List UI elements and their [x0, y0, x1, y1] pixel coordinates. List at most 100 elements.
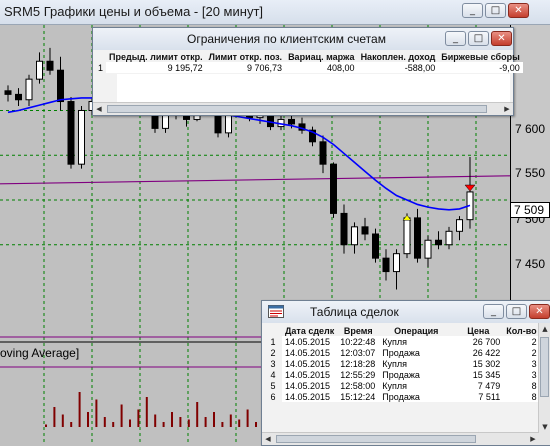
deals-window[interactable]: Таблица сделок _ □ ✕ Дата сделк Время Оп…	[261, 300, 550, 446]
deals-col-index[interactable]	[264, 325, 282, 336]
deals-header-row: Дата сделк Время Операция Цена Кол-во	[264, 325, 540, 336]
scroll-left-icon[interactable]: ◀	[262, 433, 274, 445]
candle-body	[78, 109, 85, 165]
candle-body	[424, 239, 432, 259]
limits-window[interactable]: Ограничения по клиентским счетам _ □ ✕ П…	[92, 27, 523, 116]
deals-cell: 12:18:28	[337, 358, 380, 369]
deals-scroll-thumb[interactable]	[540, 337, 549, 397]
limits-col-prev-limit[interactable]: Предыд. лимит откр.	[106, 51, 206, 62]
limits-scroll-thumb[interactable]	[107, 105, 487, 113]
current-price-label: 7 509	[510, 202, 550, 218]
limits-col-accum-income[interactable]: Накоплен. доход	[358, 51, 439, 62]
deals-vertical-scrollbar[interactable]: ▲ ▼	[538, 323, 550, 445]
candle-body	[340, 212, 348, 246]
limits-col-variation-margin[interactable]: Вариац. маржа	[285, 51, 358, 62]
candle-body	[288, 118, 295, 125]
limits-minimize-button[interactable]: _	[445, 31, 466, 46]
deals-cell: 14.05.2015	[282, 391, 338, 402]
candle-body	[393, 253, 400, 273]
candle-body	[414, 217, 421, 259]
limits-col-index[interactable]	[95, 51, 106, 62]
limits-cell: 9 195,72	[106, 62, 206, 73]
deals-cell: 2	[503, 336, 540, 347]
candle-body	[403, 217, 411, 255]
candle-body	[351, 226, 358, 246]
table-row[interactable]: 1 9 195,72 9 706,73 408,00 -588,00 -9,00	[95, 62, 523, 73]
limits-table: Предыд. лимит откр. Лимит откр. поз. Вар…	[95, 51, 523, 73]
deals-cell: 2	[264, 347, 282, 358]
close-button[interactable]: ✕	[508, 3, 529, 18]
scroll-right-icon[interactable]: ▶	[501, 103, 513, 115]
deals-cell: 26 700	[453, 336, 504, 347]
deals-col-date[interactable]: Дата сделк	[282, 325, 337, 336]
limits-col-open-limit[interactable]: Лимит откр. поз.	[206, 51, 285, 62]
limits-window-controls: _ □ ✕	[445, 31, 512, 46]
scroll-up-icon[interactable]: ▲	[539, 323, 550, 335]
candle-body	[361, 226, 369, 235]
deals-cell: 5	[264, 380, 282, 391]
deals-cell: 7 511	[453, 391, 504, 402]
table-row[interactable]: 1 14.05.2015 10:22:48 Купля 26 700 2	[264, 336, 540, 347]
candle-body	[36, 60, 43, 80]
deals-minimize-button[interactable]: _	[483, 304, 504, 319]
limits-maximize-button[interactable]: □	[468, 31, 489, 46]
limits-col-fees[interactable]: Биржевые сборы	[438, 51, 523, 62]
deals-close-button[interactable]: ✕	[529, 304, 550, 319]
deals-cell: 14.05.2015	[282, 380, 338, 391]
deals-cell: 2	[503, 347, 540, 358]
candle-body	[15, 93, 22, 101]
candle-body	[445, 230, 453, 246]
candle-body	[456, 219, 463, 232]
axis-tick-7450: 7 450	[515, 257, 546, 271]
candle-body	[46, 60, 54, 71]
deals-cell: 8	[503, 380, 540, 391]
limits-horizontal-scrollbar[interactable]: ◀ ▶	[93, 102, 513, 115]
deals-col-operation[interactable]: Операция	[379, 325, 453, 336]
table-row[interactable]: 2 14.05.2015 12:03:07 Продажа 26 422 2	[264, 347, 540, 358]
deals-cell: 3	[503, 358, 540, 369]
deals-cell: 3	[264, 358, 282, 369]
deals-cell: Купля	[379, 380, 454, 391]
window-controls: _ □ ✕	[462, 3, 529, 18]
deals-cell: 12:55:29	[337, 369, 380, 380]
candle-body	[372, 233, 379, 259]
deals-col-time[interactable]: Время	[337, 325, 379, 336]
limits-cell: 1	[95, 62, 107, 73]
minimize-button[interactable]: _	[462, 3, 483, 18]
limits-cell: -588,00	[357, 62, 439, 73]
deals-cell: 12:58:00	[337, 380, 380, 391]
limits-header-row: Предыд. лимит откр. Лимит откр. поз. Вар…	[95, 51, 523, 62]
candle-body	[25, 78, 33, 101]
main-title-bar: SRM5 Графики цены и объема - [20 минут] …	[0, 0, 550, 25]
scroll-down-icon[interactable]: ▼	[539, 421, 550, 433]
axis-tick-7600: 7 600	[515, 122, 546, 136]
scroll-left-icon[interactable]: ◀	[93, 103, 105, 115]
table-row[interactable]: 3 14.05.2015 12:18:28 Купля 15 302 3	[264, 358, 540, 369]
deals-title: Таблица сделок	[310, 305, 399, 319]
candle-body	[267, 114, 274, 128]
table-row[interactable]: 4 14.05.2015 12:55:29 Продажа 15 345 3	[264, 369, 540, 380]
deals-cell: 8	[503, 391, 540, 402]
deals-cell: 1	[264, 336, 282, 347]
deals-cell: 4	[264, 369, 282, 380]
table-row[interactable]: 5 14.05.2015 12:58:00 Купля 7 479 8	[264, 380, 540, 391]
deals-col-qty[interactable]: Кол-во	[503, 325, 539, 336]
deals-cell: 15:12:24	[337, 391, 380, 402]
table-row[interactable]: 6 14.05.2015 15:12:24 Продажа 7 511 8	[264, 391, 540, 402]
deals-cell: Продажа	[379, 391, 454, 402]
deals-maximize-button[interactable]: □	[506, 304, 527, 319]
limits-close-button[interactable]: ✕	[491, 31, 512, 46]
deals-horizontal-scrollbar[interactable]: ◀ ▶	[262, 432, 539, 445]
deals-title-bar[interactable]: Таблица сделок _ □ ✕	[262, 301, 550, 323]
deals-cell: 14.05.2015	[282, 347, 338, 358]
deals-cell: 6	[264, 391, 282, 402]
deals-cell: 26 422	[453, 347, 504, 358]
deals-cell: 7 479	[453, 380, 504, 391]
deals-cell: 14.05.2015	[282, 369, 338, 380]
maximize-button[interactable]: □	[485, 3, 506, 18]
limits-title-bar[interactable]: Ограничения по клиентским счетам _ □ ✕	[93, 28, 513, 50]
candle-body	[4, 90, 12, 95]
scroll-right-icon[interactable]: ▶	[527, 433, 539, 445]
deals-hscroll-thumb[interactable]	[276, 435, 476, 443]
deals-col-price[interactable]: Цена	[453, 325, 503, 336]
